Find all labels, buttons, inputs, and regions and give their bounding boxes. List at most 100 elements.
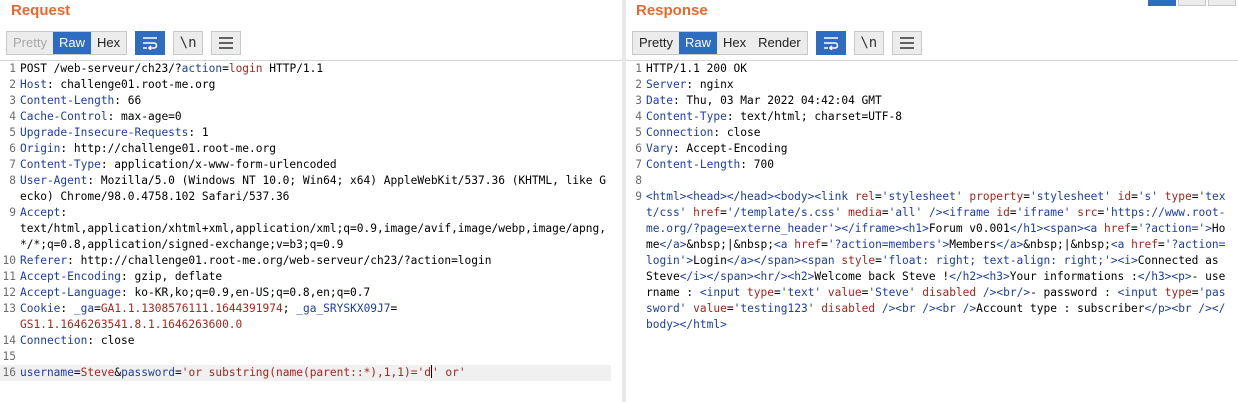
code-token: = (720, 206, 727, 219)
line-code: Accept-Encoding: gzip, deflate (20, 269, 610, 285)
code-token: </a></span><span (726, 254, 842, 267)
request-editor[interactable]: 1 POST /web-serveur/ch23/?action=login HT… (0, 60, 622, 402)
code-token: 'Steve' (868, 286, 916, 299)
code-line[interactable]: 13 Cookie: _ga=GA1.1.1308576111.164439197… (0, 301, 622, 333)
code-line[interactable]: 4 Cache-Control: max-age=0 (0, 109, 622, 125)
request-tab-raw[interactable]: Raw (52, 32, 91, 54)
code-token: POST /web-serveur/ch23/? (20, 62, 182, 75)
code-line[interactable]: 11 Accept-Encoding: gzip, deflate (0, 269, 622, 285)
code-token: type (1164, 190, 1192, 203)
code-line[interactable]: 1 HTTP/1.1 200 OK (626, 61, 1238, 77)
code-token: User-Agent (20, 174, 88, 187)
code-line[interactable]: 3 Content-Length: 66 (0, 93, 622, 109)
line-code: Connection: close (646, 125, 1231, 141)
code-token: 'iframe' (1016, 206, 1071, 219)
code-token: '?action=members' (827, 238, 943, 251)
code-token: </h1><span><a (1009, 222, 1105, 235)
code-line[interactable]: 4 Content-Type: text/html; charset=UTF-8 (626, 109, 1238, 125)
code-token: Content-Type (20, 158, 101, 171)
layout-stacked-button[interactable] (1178, 0, 1206, 6)
response-tab-pretty[interactable]: Pretty (633, 32, 679, 54)
code-line[interactable]: 6 Origin: http://challenge01.root-me.org (0, 141, 622, 157)
code-token: = (1009, 206, 1017, 219)
code-line[interactable]: 14 Connection: close (0, 333, 622, 349)
request-title: Request (11, 2, 71, 19)
code-token: : ko-KR,ko;q=0.9,en-US;q=0.8,en;q=0.7 (121, 286, 371, 299)
code-line[interactable]: 5 Connection: close (626, 125, 1238, 141)
code-line[interactable]: 2 Host: challenge01.root-me.org (0, 77, 622, 93)
line-number: 11 (2, 270, 16, 283)
code-token: = (174, 366, 182, 379)
code-token: </a> (659, 238, 687, 251)
line-number: 3 (635, 94, 642, 107)
line-number: 4 (635, 110, 642, 123)
response-wrap-lines-button[interactable] (815, 31, 846, 55)
code-token: Accept (20, 206, 61, 219)
code-token: <a (774, 238, 795, 251)
code-token: Cache-Control (20, 110, 108, 123)
code-token: <a (1110, 238, 1132, 251)
line-code: Referer: http://challenge01.root-me.org/… (20, 253, 610, 269)
code-line[interactable]: 15 (0, 349, 622, 365)
code-line[interactable]: 5 Upgrade-Insecure-Requests: 1 (0, 125, 622, 141)
response-show-newlines-button[interactable]: \n (853, 31, 884, 55)
line-code: Vary: Accept-Encoding (646, 141, 1231, 157)
code-token: : close (713, 126, 761, 139)
code-token: = (1158, 238, 1165, 251)
code-token: = (875, 254, 882, 267)
line-number: 8 (9, 174, 16, 187)
response-tab-raw[interactable]: Raw (678, 32, 717, 54)
hamburger-icon (219, 37, 234, 49)
code-line[interactable]: 9 Accept: text/html,application/xhtml+xml… (0, 205, 622, 253)
code-line[interactable]: 9 <html><head></head><body><link rel='sty… (626, 189, 1238, 333)
layout-tabs-button[interactable] (1208, 0, 1236, 6)
request-show-newlines-button[interactable]: \n (173, 31, 204, 55)
code-line[interactable]: 10 Referer: http://challenge01.root-me.or… (0, 253, 622, 269)
code-token: = (1131, 190, 1138, 203)
code-token: href (1104, 222, 1131, 235)
code-line[interactable]: 16 username=Steve&password='or substring(… (0, 365, 611, 381)
code-line[interactable]: 8 User-Agent: Mozilla/5.0 (Windows NT 10.… (0, 173, 622, 205)
code-line[interactable]: 2 Server: nginx (626, 77, 1238, 93)
line-number: 16 (2, 366, 16, 379)
code-token: Server (646, 78, 687, 91)
code-line[interactable]: 7 Content-Length: 700 (626, 157, 1238, 173)
code-line[interactable]: 3 Date: Thu, 03 Mar 2022 04:42:04 GMT (626, 93, 1238, 109)
code-token: 's' (1137, 190, 1159, 203)
code-line[interactable]: 1 POST /web-serveur/ch23/?action=login HT… (0, 61, 622, 77)
line-code: POST /web-serveur/ch23/?action=login HTT… (20, 61, 610, 77)
code-line[interactable]: 12 Accept-Language: ko-KR,ko;q=0.9,en-US;… (0, 285, 622, 301)
code-token: Content-Length (646, 158, 741, 171)
response-menu-button[interactable] (891, 31, 922, 55)
line-code: Content-Length: 66 (20, 93, 610, 109)
response-tab-hex[interactable]: Hex (717, 32, 752, 54)
code-token: _ga_SRYSKX09J7 (296, 302, 391, 315)
code-token: : text/html,application/xhtml+xml,applic… (20, 206, 606, 251)
response-editor[interactable]: 1 HTTP/1.1 200 OK 2 Server: nginx 3 Date: Thu… (626, 60, 1238, 402)
code-token: ' or' (431, 366, 466, 379)
request-tab-hex[interactable]: Hex (91, 32, 126, 54)
code-token: > (1205, 222, 1212, 235)
layout-side-by-side-button[interactable] (1148, 0, 1176, 6)
code-token: 'text' (780, 286, 822, 299)
request-menu-button[interactable] (211, 31, 242, 55)
code-token: = (1130, 222, 1138, 235)
code-token: 'testing123' (733, 302, 815, 315)
request-wrap-lines-button[interactable] (135, 31, 166, 55)
code-line[interactable]: 8 (626, 173, 1238, 189)
line-code: Origin: http://challenge01.root-me.org (20, 141, 610, 157)
line-code: Cookie: _ga=GA1.1.1308576111.1644391974;… (20, 301, 610, 333)
response-tab-render[interactable]: Render (752, 32, 807, 54)
code-line[interactable]: 7 Content-Type: application/x-www-form-ur… (0, 157, 622, 173)
code-token: Cookie (20, 302, 61, 315)
request-tab-pretty[interactable]: Pretty (7, 32, 53, 54)
line-code: <html><head></head><body><link rel='styl… (646, 189, 1231, 333)
code-token: Vary (646, 142, 673, 155)
line-number: 2 (9, 78, 16, 91)
code-line[interactable]: 6 Vary: Accept-Encoding (626, 141, 1238, 157)
code-token: <html><head></head><body><link (646, 190, 855, 203)
